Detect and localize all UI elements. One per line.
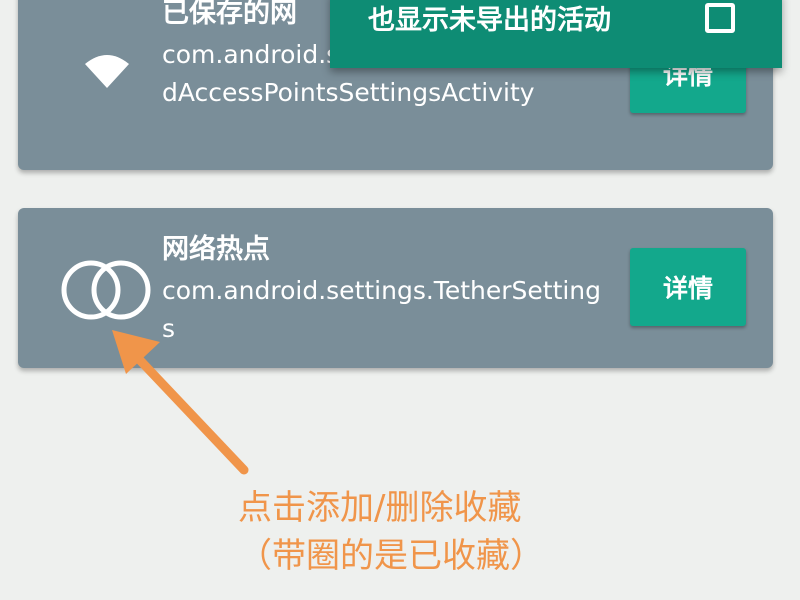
show-unexported-label: 也显示未导出的活动 [368,5,611,36]
wifi-icon[interactable] [84,54,130,90]
annotation-line-1: 点击添加/删除收藏 [238,488,522,528]
annotation-text: 点击添加/删除收藏 （带圈的是已收藏） [238,484,544,580]
card-title: 网络热点 [162,234,270,265]
details-button[interactable]: 详情 [630,248,746,326]
show-unexported-checkbox[interactable] [705,3,735,33]
show-unexported-menu[interactable]: 也显示未导出的活动 [330,0,782,68]
annotation-arrow-icon [112,330,249,475]
annotation-line-2: （带圈的是已收藏） [238,536,544,576]
favorite-rings-icon[interactable] [58,254,154,326]
